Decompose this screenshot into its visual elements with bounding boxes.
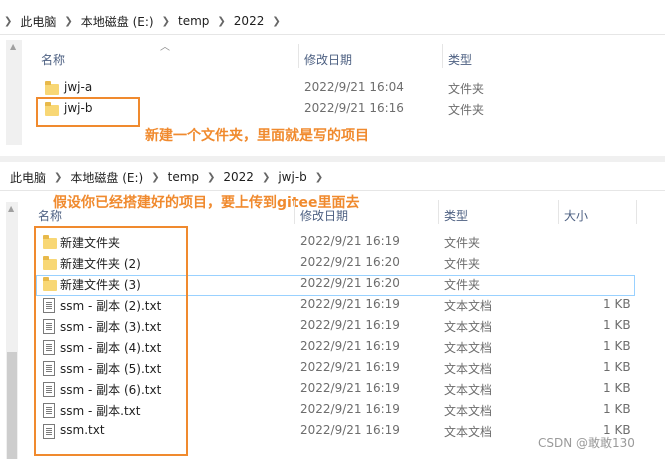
breadcrumb-item[interactable]: 2022 — [223, 170, 254, 184]
file-date: 2022/9/21 16:16 — [304, 101, 404, 115]
breadcrumb-item[interactable]: jwj-b — [278, 170, 306, 184]
breadcrumb-item[interactable]: 此电脑 — [10, 169, 46, 186]
column-header-name[interactable]: 名称 — [41, 48, 65, 70]
file-size: 1 KB — [603, 402, 631, 416]
top-explorer-pane: ❯ 此电脑 ❯ 本地磁盘 (E:) ❯ temp ❯ 2022 ❯ ▲ ︿ 名称… — [0, 0, 665, 150]
chevron-right-icon: ❯ — [4, 15, 13, 27]
column-divider[interactable] — [438, 200, 439, 224]
bottom-explorer-pane: 此电脑 ❯ 本地磁盘 (E:) ❯ temp ❯ 2022 ❯ jwj-b ❯ … — [0, 162, 665, 459]
breadcrumb-item[interactable]: temp — [178, 14, 209, 28]
file-type: 文件夹 — [448, 82, 485, 96]
file-type: 文件夹 — [444, 278, 481, 292]
chevron-right-icon: ❯ — [217, 15, 226, 27]
column-header-type[interactable]: 类型 — [448, 48, 472, 70]
column-header-type[interactable]: 类型 — [444, 204, 468, 226]
breadcrumb-item[interactable]: 本地磁盘 (E:) — [70, 169, 143, 186]
column-header-date[interactable]: 修改日期 — [300, 204, 348, 226]
scroll-up-icon[interactable]: ▲ — [10, 42, 16, 51]
file-date: 2022/9/21 16:19 — [300, 423, 400, 437]
file-date: 2022/9/21 16:20 — [300, 276, 400, 290]
breadcrumb-item[interactable]: 此电脑 — [20, 13, 56, 30]
column-header-date[interactable]: 修改日期 — [304, 48, 352, 70]
file-size: 1 KB — [603, 339, 631, 353]
scrollbar-thumb[interactable] — [7, 352, 17, 459]
file-size: 1 KB — [603, 297, 631, 311]
scroll-up-icon[interactable]: ▲ — [8, 204, 14, 213]
file-type: 文本文档 — [444, 425, 493, 439]
file-type: 文本文档 — [444, 299, 493, 313]
watermark: CSDN @敢敢130 — [538, 436, 635, 450]
chevron-right-icon: ❯ — [151, 171, 160, 183]
top-address-bar[interactable]: ❯ 此电脑 ❯ 本地磁盘 (E:) ❯ temp ❯ 2022 ❯ — [0, 8, 665, 35]
sort-up-icon: ︿ — [160, 42, 170, 53]
chevron-right-icon: ❯ — [161, 15, 170, 27]
file-type: 文本文档 — [444, 383, 493, 397]
chevron-right-icon: ❯ — [54, 171, 63, 183]
annotation-top: 新建一个文件夹，里面就是写的项目 — [145, 128, 369, 144]
file-type: 文本文档 — [444, 362, 493, 376]
chevron-right-icon: ❯ — [261, 171, 271, 183]
file-size: 1 KB — [603, 360, 631, 374]
chevron-right-icon: ❯ — [64, 15, 73, 27]
file-name[interactable]: jwj-a — [64, 80, 92, 94]
file-date: 2022/9/21 16:04 — [304, 80, 404, 94]
file-date: 2022/9/21 16:19 — [300, 297, 400, 311]
file-date: 2022/9/21 16:19 — [300, 318, 400, 332]
column-divider[interactable] — [636, 200, 637, 224]
file-date: 2022/9/21 16:19 — [300, 234, 400, 248]
bottom-address-bar[interactable]: 此电脑 ❯ 本地磁盘 (E:) ❯ temp ❯ 2022 ❯ jwj-b ❯ — [0, 164, 665, 191]
chevron-right-icon: ❯ — [272, 15, 281, 27]
highlight-box-jwj-b — [36, 97, 140, 127]
file-type: 文本文档 — [444, 404, 493, 418]
file-date: 2022/9/21 16:19 — [300, 360, 400, 374]
file-size: 1 KB — [603, 318, 631, 332]
folder-icon — [45, 81, 59, 95]
breadcrumb-item[interactable]: 本地磁盘 (E:) — [81, 13, 154, 30]
file-size: 1 KB — [603, 381, 631, 395]
column-divider[interactable] — [558, 200, 559, 224]
file-date: 2022/9/21 16:19 — [300, 381, 400, 395]
file-type: 文件夹 — [448, 103, 485, 117]
chevron-right-icon: ❯ — [207, 171, 216, 183]
column-divider[interactable] — [298, 44, 299, 68]
column-header-size[interactable]: 大小 — [564, 204, 588, 226]
file-date: 2022/9/21 16:19 — [300, 402, 400, 416]
file-type: 文本文档 — [444, 320, 493, 334]
column-header-name[interactable]: 名称 — [38, 204, 62, 226]
file-date: 2022/9/21 16:20 — [300, 255, 400, 269]
column-divider[interactable] — [442, 44, 443, 68]
chevron-right-icon: ❯ — [314, 171, 324, 183]
breadcrumb-item[interactable]: 2022 — [234, 14, 265, 28]
file-type: 文本文档 — [444, 341, 493, 355]
file-type: 文件夹 — [444, 236, 481, 250]
file-date: 2022/9/21 16:19 — [300, 339, 400, 353]
left-scrollbar[interactable] — [6, 40, 22, 145]
file-type: 文件夹 — [444, 257, 481, 271]
breadcrumb-item[interactable]: temp — [168, 170, 199, 184]
highlight-box-project-files — [34, 226, 188, 456]
column-divider[interactable] — [294, 200, 295, 224]
